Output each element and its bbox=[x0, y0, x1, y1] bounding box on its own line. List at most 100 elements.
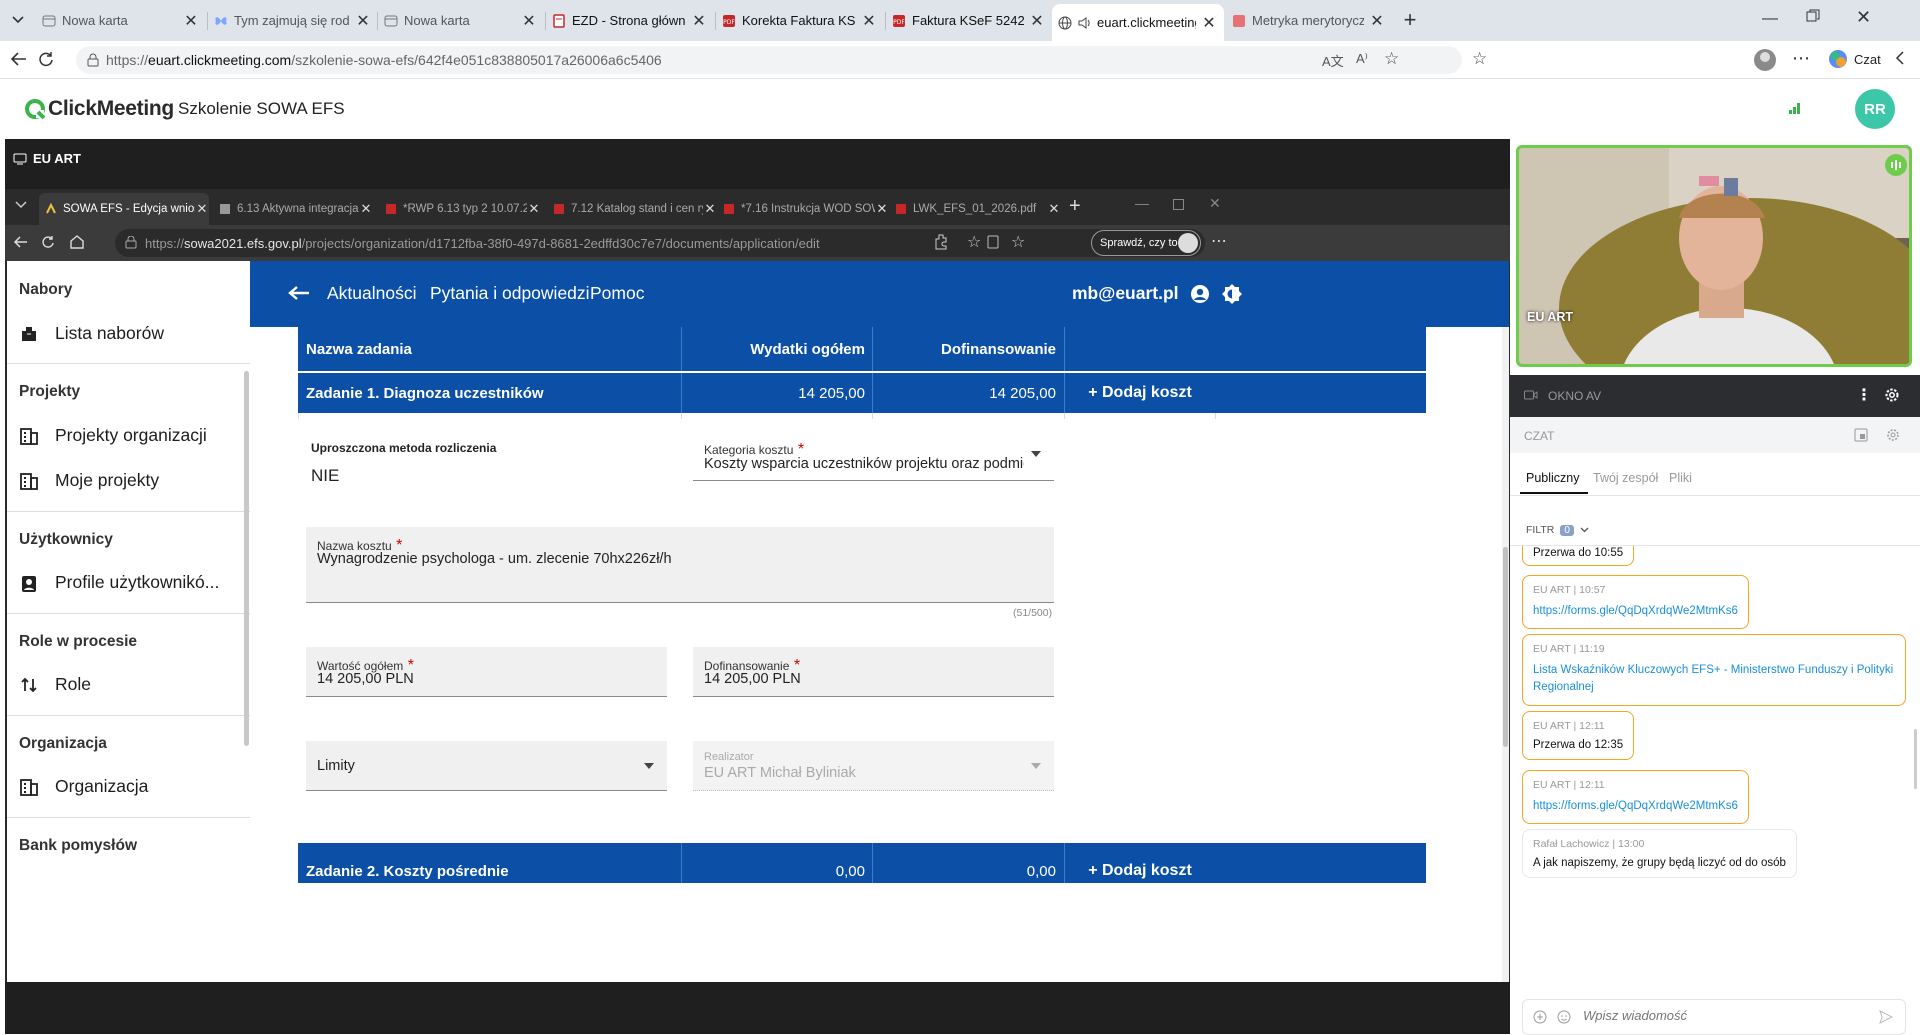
add-attachment-icon[interactable] bbox=[1533, 1010, 1547, 1024]
tab-list-chevron-icon[interactable] bbox=[8, 10, 28, 30]
chat-scrollbar[interactable] bbox=[1914, 729, 1917, 789]
inner-window-close-icon[interactable]: ✕ bbox=[1209, 195, 1221, 212]
account-circle-icon[interactable] bbox=[1190, 284, 1210, 304]
minimize-icon[interactable]: — bbox=[1762, 10, 1778, 28]
chat-message-list[interactable]: Przerwa do 10:55 EU ART | 10:57 https://… bbox=[1510, 546, 1914, 998]
limits-select[interactable]: Limity bbox=[306, 741, 667, 791]
copilot-chat-button[interactable]: Czat bbox=[1828, 49, 1881, 69]
chat-tab-files[interactable]: Pliki bbox=[1669, 471, 1692, 485]
send-icon[interactable] bbox=[1879, 1010, 1893, 1024]
profile-avatar[interactable] bbox=[1754, 49, 1776, 71]
site-info-icon[interactable] bbox=[86, 53, 100, 67]
read-aloud-icon[interactable]: A⁾ bbox=[1356, 51, 1368, 67]
content-scrollbar-thumb[interactable] bbox=[1503, 547, 1508, 747]
inner-home-icon[interactable] bbox=[69, 234, 85, 249]
inner-tab-4[interactable]: *7.16 Instrukcja WOD SOWA ✕ bbox=[717, 195, 889, 223]
close-icon[interactable]: ✕ bbox=[1028, 11, 1046, 31]
back-arrow-icon[interactable] bbox=[10, 51, 28, 67]
popout-icon[interactable] bbox=[1854, 428, 1868, 442]
close-icon[interactable]: ✕ bbox=[1200, 13, 1218, 33]
inner-favorite-star-icon[interactable]: ☆ bbox=[1011, 232, 1025, 252]
outer-tab-5[interactable]: PDF Faktura KSeF 5242645424-2( ✕ bbox=[886, 6, 1052, 35]
close-icon[interactable]: ✕ bbox=[703, 201, 717, 217]
sidebar-collapse-chevron-icon[interactable] bbox=[1895, 51, 1905, 65]
reader-mode-icon[interactable] bbox=[987, 235, 999, 249]
inner-tab-5[interactable]: LWK_EFS_01_2026.pdf ✕ bbox=[889, 195, 1061, 223]
outer-tab-0[interactable]: Nowa karta ✕ bbox=[36, 6, 206, 35]
inner-lock-icon[interactable] bbox=[125, 236, 137, 249]
inner-tab-2[interactable]: *RWP 6.13 typ 2 10.07.2026.p ✕ bbox=[379, 195, 541, 223]
chat-message-link[interactable]: https://forms.gle/QqDqXrdqWe2MtmKs6 bbox=[1533, 603, 1738, 620]
av-more-vertical-icon[interactable]: ⋮ bbox=[1856, 385, 1872, 405]
sidebar-item-moje-projekty[interactable]: Moje projekty bbox=[19, 470, 159, 491]
new-tab-plus-icon[interactable]: + bbox=[1398, 8, 1422, 32]
window-close-icon[interactable]: ✕ bbox=[1856, 7, 1871, 28]
inner-more-menu-icon[interactable]: ⋯ bbox=[1211, 231, 1227, 251]
inner-reload-icon[interactable] bbox=[41, 235, 55, 249]
user-avatar[interactable]: RR bbox=[1855, 89, 1895, 129]
chat-message-link[interactable]: Lista Wskaźników Kluczowych EFS+ - Minis… bbox=[1533, 662, 1895, 697]
chat-message-link[interactable]: https://forms.gle/QqDqXrdqWe2MtmKs6 bbox=[1533, 798, 1738, 815]
close-icon[interactable]: ✕ bbox=[354, 11, 372, 31]
sidebar-item-projekty-organizacji[interactable]: Projekty organizacji bbox=[19, 425, 207, 446]
speaker-icon[interactable] bbox=[1077, 16, 1091, 30]
cost-category-select[interactable]: Kategoria kosztu * Koszty wsparcia uczes… bbox=[693, 431, 1054, 481]
chat-tab-public[interactable]: Publiczny bbox=[1526, 471, 1580, 485]
outer-tab-3[interactable]: EZD - Strona główna ✕ bbox=[546, 6, 714, 35]
total-value-field[interactable]: Wartość ogółem * 14 205,00 PLN bbox=[306, 647, 667, 697]
close-icon[interactable]: ✕ bbox=[1368, 11, 1386, 31]
sidebar-item-profile-uzytkownikow[interactable]: Profile użytkownikó... bbox=[19, 572, 219, 593]
nav-pytania-i-odpowiedzi[interactable]: Pytania i odpowiedzi bbox=[430, 283, 590, 304]
nav-pomoc[interactable]: Pomoc bbox=[590, 283, 644, 304]
close-icon[interactable]: ✕ bbox=[182, 11, 200, 31]
close-icon[interactable]: ✕ bbox=[520, 11, 538, 31]
task1-add-cost-button[interactable]: + Dodaj koszt bbox=[1064, 373, 1216, 413]
av-settings-gear-icon[interactable] bbox=[1884, 387, 1900, 403]
funding-field[interactable]: Dofinansowanie * 14 205,00 PLN bbox=[693, 647, 1054, 697]
sidebar-item-organizacja[interactable]: Organizacja bbox=[19, 776, 148, 797]
outer-tab-4[interactable]: PDF Korekta Faktura KSeF 52426 ✕ bbox=[716, 6, 884, 35]
inner-tab-0[interactable]: SOWA EFS - Edycja wniosku o ✕ bbox=[39, 193, 209, 225]
inner-back-arrow-icon[interactable] bbox=[13, 235, 29, 249]
user-email[interactable]: mb@euart.pl bbox=[1072, 283, 1179, 304]
extensions-icon[interactable] bbox=[933, 233, 951, 251]
more-menu-icon[interactable]: ⋯ bbox=[1792, 48, 1811, 69]
close-icon[interactable]: ✕ bbox=[527, 201, 541, 217]
reload-icon[interactable] bbox=[38, 51, 54, 67]
inner-restore-icon[interactable] bbox=[1173, 199, 1184, 210]
favorites-icon[interactable]: ☆ bbox=[1472, 49, 1487, 69]
check-identity-button[interactable]: Sprawdź, czy to Ty bbox=[1091, 230, 1201, 256]
content-scrollbar[interactable] bbox=[1502, 327, 1509, 982]
sidebar-item-lista-naborow[interactable]: Lista naborów bbox=[19, 323, 164, 344]
close-icon[interactable]: ✕ bbox=[359, 201, 373, 217]
chat-settings-gear-icon[interactable] bbox=[1886, 428, 1900, 442]
chat-message-input[interactable] bbox=[1583, 1008, 1853, 1023]
close-icon[interactable]: ✕ bbox=[875, 201, 889, 217]
chat-filter[interactable]: FILTR 0 bbox=[1526, 524, 1589, 536]
outer-tab-1[interactable]: Tym zajmują się rodzice Skoł ✕ bbox=[208, 6, 378, 35]
inner-tab-1[interactable]: 6.13 Aktywna integracja w re ✕ bbox=[213, 195, 373, 223]
outer-tab-2[interactable]: Nowa karta ✕ bbox=[378, 6, 544, 35]
sidebar-item-role[interactable]: Role bbox=[19, 674, 91, 695]
outer-url-field[interactable]: https://euart.clickmeeting.com/szkolenie… bbox=[76, 46, 1462, 74]
close-icon[interactable]: ✕ bbox=[690, 11, 708, 31]
close-icon[interactable]: ✕ bbox=[195, 201, 209, 217]
sidebar-scrollbar[interactable] bbox=[244, 371, 249, 746]
close-icon[interactable]: ✕ bbox=[1047, 201, 1061, 217]
inner-tab-list-chevron-icon[interactable] bbox=[15, 201, 27, 209]
restore-icon[interactable] bbox=[1806, 9, 1820, 23]
task2-add-cost-button[interactable]: + Dodaj koszt bbox=[1064, 851, 1216, 891]
outer-tab-6[interactable]: euart.clickmeeting.com/ ✕ bbox=[1052, 4, 1224, 41]
inner-minimize-icon[interactable]: — bbox=[1135, 195, 1149, 211]
cost-name-field[interactable]: Nazwa kosztu * Wynagrodzenie psychologa … bbox=[306, 527, 1054, 603]
outer-tab-7[interactable]: Metryka merytoryczna FS 20 ✕ bbox=[1226, 6, 1392, 35]
nav-aktualnosci[interactable]: Aktualności bbox=[327, 283, 417, 304]
translate-icon[interactable]: A文 bbox=[1322, 51, 1344, 70]
favorite-star-icon[interactable]: ☆ bbox=[1384, 49, 1399, 69]
contrast-icon[interactable] bbox=[1221, 283, 1243, 305]
inner-tab-3[interactable]: 7.12 Katalog stand i cen rynk ✕ bbox=[547, 195, 717, 223]
inner-favorites-icon[interactable]: ☆ bbox=[967, 232, 981, 252]
emoji-icon[interactable] bbox=[1557, 1010, 1571, 1024]
close-icon[interactable]: ✕ bbox=[860, 11, 878, 31]
inner-new-tab-plus-icon[interactable]: + bbox=[1069, 195, 1081, 218]
